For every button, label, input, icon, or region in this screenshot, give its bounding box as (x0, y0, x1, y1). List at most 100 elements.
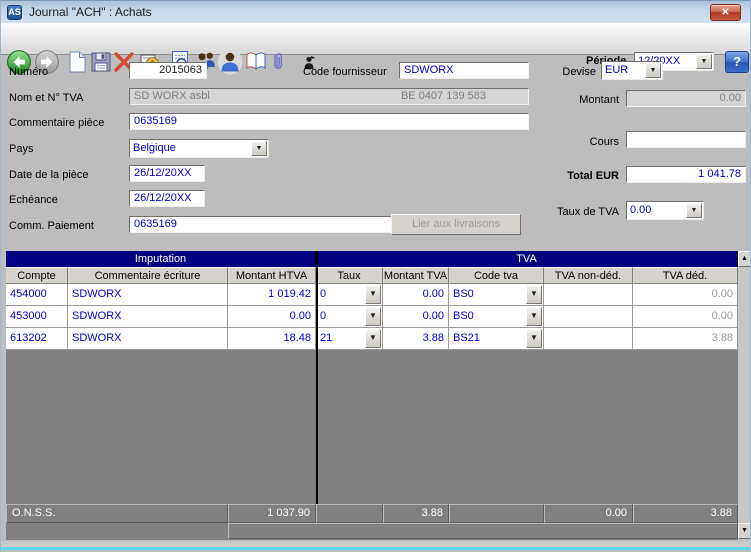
chevron-down-icon[interactable]: ▼ (686, 203, 702, 218)
table-row-cell-montant-tva[interactable]: 0.00 (383, 284, 449, 306)
nom-value: SD WORX asbl (134, 89, 210, 104)
taux-value: 0 (320, 310, 326, 322)
help-button[interactable]: ? (725, 51, 749, 73)
column-header-compte: Compte (6, 267, 68, 284)
table-row-cell-montant-htva[interactable]: 1 019.42 (228, 284, 316, 306)
toolbar: $ Période 12/20XX ▼ ? (1, 23, 750, 55)
code-fournisseur-label: Code fournisseur (303, 66, 387, 78)
numero-label: Numéro (9, 66, 48, 78)
taux-tva-select[interactable]: 0.00 ▼ (626, 201, 704, 220)
new-document-icon[interactable] (65, 50, 89, 74)
app-icon: AS (7, 5, 22, 20)
save-icon[interactable] (89, 50, 113, 74)
table-row-cell-taux[interactable]: 0▼ (316, 284, 383, 306)
footer-empty-taux (316, 504, 383, 523)
table-row-cell-compte[interactable]: 453000 (6, 306, 68, 328)
chevron-down-icon[interactable]: ▼ (365, 307, 381, 326)
table-row-cell-montant-tva[interactable]: 0.00 (383, 306, 449, 328)
journal-book-icon[interactable] (244, 50, 268, 74)
total-eur-field: 1 041.78 (626, 166, 746, 183)
table-row-cell-montant-htva[interactable]: 0.00 (228, 306, 316, 328)
table-row-cell-code-tva[interactable]: BS0 ▼ (449, 306, 544, 328)
footer-empty-row (228, 523, 738, 539)
nom-tva-label: Nom et N° TVA (9, 92, 83, 104)
footer-total-montant-htva: 1 037.90 (228, 504, 316, 523)
chevron-down-icon[interactable]: ▼ (251, 141, 267, 156)
footer-label: O.N.S.S. (6, 504, 228, 523)
table-row-cell-commentaire[interactable]: SDWORX (68, 284, 228, 306)
table-row-cell-montant-htva[interactable]: 18.48 (228, 328, 316, 350)
code-tva-value: BS0 (453, 310, 474, 322)
table-row-cell-montant-tva[interactable]: 3.88 (383, 328, 449, 350)
pays-value: Belgique (133, 141, 250, 156)
chevron-down-icon[interactable]: ▼ (696, 54, 712, 69)
chevron-down-icon[interactable]: ▼ (526, 285, 542, 304)
table-row-cell-tva-ded[interactable]: 0.00 (633, 306, 738, 328)
pays-label: Pays (9, 143, 33, 155)
devise-value: EUR (605, 63, 644, 78)
table-row-cell-tva-ded[interactable]: 3.88 (633, 328, 738, 350)
chevron-down-icon[interactable]: ▼ (526, 329, 542, 348)
numero-field[interactable]: 2015063 (129, 62, 207, 79)
commentaire-piece-field[interactable]: 0635169 (129, 113, 529, 130)
chevron-down-icon[interactable]: ▼ (526, 307, 542, 326)
table-row-cell-code-tva[interactable]: BS0 ▼ (449, 284, 544, 306)
column-header-tva-ded: TVA déd. (633, 267, 738, 284)
window-title: Journal "ACH" : Achats (29, 5, 152, 19)
montant-field: 0.00 (626, 90, 746, 107)
code-tva-value: BS21 (453, 332, 480, 344)
lier-aux-livraisons-button[interactable]: Lier aux livraisons (391, 214, 521, 235)
entries-table: Imputation TVA Compte Commentaire écritu… (6, 251, 738, 540)
taux-tva-label: Taux de TVA (531, 206, 619, 218)
attachment-icon[interactable] (270, 50, 286, 74)
commentaire-piece-label: Commentaire pièce (9, 117, 104, 129)
table-row-cell-commentaire[interactable]: SDWORX (68, 328, 228, 350)
pays-select[interactable]: Belgique ▼ (129, 139, 269, 158)
column-header-tva-non-ded: TVA non-déd. (544, 267, 633, 284)
date-piece-field[interactable]: 26/12/20XX (129, 165, 205, 182)
scroll-down-icon[interactable]: ▼ (738, 523, 751, 539)
application-window: AS Journal "ACH" : Achats ✕ $ (0, 0, 751, 552)
footer-total-tva-non-ded: 0.00 (544, 504, 633, 523)
table-row-cell-tva-non-ded[interactable] (544, 306, 633, 328)
column-header-montant-htva: Montant HTVA (228, 267, 316, 284)
chevron-down-icon[interactable]: ▼ (365, 329, 381, 348)
vertical-scrollbar[interactable]: ▲ ▼ (738, 251, 751, 540)
taux-value: 21 (320, 332, 332, 344)
comm-paiement-field[interactable]: 0635169 (129, 216, 397, 233)
column-header-code-tva: Code tva (449, 267, 544, 284)
chevron-down-icon[interactable]: ▼ (645, 63, 661, 78)
table-row-cell-tva-non-ded[interactable] (544, 328, 633, 350)
table-row-cell-taux[interactable]: 21 ▼ (316, 328, 383, 350)
devise-select[interactable]: EUR ▼ (601, 61, 663, 80)
nom-tva-field: SD WORX asbl BE 0407 139 583 (129, 88, 529, 105)
title-bar: AS Journal "ACH" : Achats ✕ (1, 0, 750, 23)
table-row-cell-compte[interactable]: 613202 (6, 328, 68, 350)
code-tva-value: BS0 (453, 288, 474, 300)
echeance-field[interactable]: 26/12/20XX (129, 190, 205, 207)
table-row-cell-compte[interactable]: 454000 (6, 284, 68, 306)
group-divider-line (316, 251, 318, 523)
cours-field[interactable] (626, 131, 746, 148)
devise-label: Devise (521, 66, 596, 78)
group-header-tva: TVA (316, 251, 738, 267)
window-bottom-accent (1, 547, 750, 550)
comm-paiement-label: Comm. Paiement (9, 220, 94, 232)
footer-total-tva-ded: 3.88 (633, 504, 738, 523)
date-piece-label: Date de la pièce (9, 169, 89, 181)
footer-empty-code-tva (449, 504, 544, 523)
cours-label: Cours (531, 136, 619, 148)
column-header-montant-tva: Montant TVA (383, 267, 449, 284)
supplier-icon[interactable] (217, 49, 243, 75)
table-row-cell-tva-ded[interactable]: 0.00 (633, 284, 738, 306)
scroll-up-icon[interactable]: ▲ (738, 251, 751, 267)
code-fournisseur-field[interactable]: SDWORX (399, 62, 529, 79)
vat-number-value: BE 0407 139 583 (401, 89, 486, 104)
close-button[interactable]: ✕ (710, 4, 741, 21)
table-row-cell-taux[interactable]: 0▼ (316, 306, 383, 328)
chevron-down-icon[interactable]: ▼ (365, 285, 381, 304)
table-row-cell-tva-non-ded[interactable] (544, 284, 633, 306)
table-row-cell-commentaire[interactable]: SDWORX (68, 306, 228, 328)
table-row-cell-code-tva[interactable]: BS21 ▼ (449, 328, 544, 350)
total-eur-label: Total EUR (531, 170, 619, 182)
